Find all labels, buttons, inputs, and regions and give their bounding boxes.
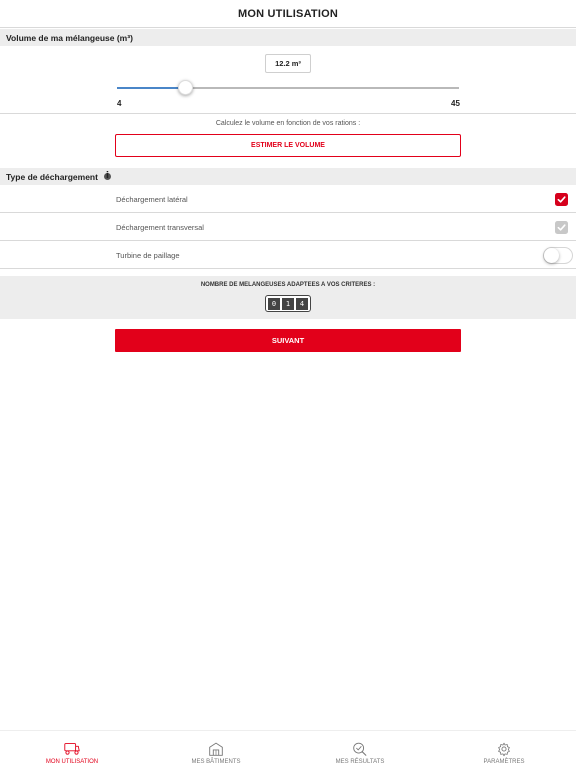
matching-mixers-title: NOMBRE DE MELANGEUSES ADAPTEES A VOS CRI… bbox=[200, 282, 376, 288]
tab-label: MES RÉSULTATS bbox=[335, 759, 385, 765]
unloading-section-header: Type de déchargement i bbox=[0, 168, 576, 185]
option-row-turbine[interactable]: Turbine de paillage bbox=[0, 241, 576, 269]
volume-slider[interactable] bbox=[117, 80, 459, 96]
transversal-checkbox[interactable] bbox=[555, 221, 568, 234]
volume-section-header: Volume de ma mélangeuse (m³) bbox=[0, 29, 576, 46]
option-row-transversal[interactable]: Déchargement transversal bbox=[0, 213, 576, 241]
tab-mes-resultats[interactable]: MES RÉSULTATS bbox=[288, 731, 432, 768]
tab-mon-utilisation[interactable]: MON UTILISATION bbox=[0, 731, 144, 768]
counter-digit: 4 bbox=[296, 297, 308, 310]
tab-mes-batiments[interactable]: MES BÂTIMENTS bbox=[144, 731, 288, 768]
matching-mixers-panel: NOMBRE DE MELANGEUSES ADAPTEES A VOS CRI… bbox=[0, 276, 576, 319]
checkmark-icon bbox=[557, 196, 566, 203]
tab-label: MES BÂTIMENTS bbox=[191, 759, 241, 765]
volume-value-badge: 12.2 m³ bbox=[265, 54, 311, 73]
lateral-checkbox[interactable] bbox=[555, 193, 568, 206]
checkmark-icon bbox=[557, 224, 566, 231]
next-button[interactable]: SUIVANT bbox=[115, 329, 461, 352]
slider-thumb[interactable] bbox=[177, 80, 193, 95]
gear-icon bbox=[498, 742, 510, 757]
estimate-volume-button[interactable]: ESTIMER LE VOLUME bbox=[115, 134, 461, 157]
slider-min-label: 4 bbox=[117, 99, 122, 108]
search-check-icon bbox=[353, 742, 367, 756]
option-label: Déchargement transversal bbox=[116, 223, 204, 232]
title-bar: MON UTILISATION bbox=[0, 0, 576, 28]
volume-section-title: Volume de ma mélangeuse (m³) bbox=[6, 32, 133, 43]
option-label: Déchargement latéral bbox=[116, 195, 188, 204]
tab-parametres[interactable]: PARAMÈTRES bbox=[432, 731, 576, 768]
unloading-section-title: Type de déchargement bbox=[6, 171, 98, 182]
info-icon[interactable]: i bbox=[103, 172, 111, 180]
page-title: MON UTILISATION bbox=[238, 7, 338, 20]
tab-label: PARAMÈTRES bbox=[483, 759, 525, 765]
toggle-knob bbox=[544, 248, 559, 263]
tab-label: MON UTILISATION bbox=[45, 759, 99, 765]
slider-max-label: 45 bbox=[451, 99, 460, 108]
counter-digit: 1 bbox=[282, 297, 294, 310]
divider bbox=[0, 113, 576, 114]
turbine-toggle[interactable] bbox=[543, 247, 573, 264]
matching-mixers-counter: 0 1 4 bbox=[265, 295, 311, 312]
mixer-truck-icon bbox=[64, 743, 80, 755]
barn-icon bbox=[209, 742, 223, 756]
option-label: Turbine de paillage bbox=[116, 251, 180, 260]
estimate-hint: Calculez le volume en fonction de vos ra… bbox=[215, 120, 361, 127]
slider-fill bbox=[117, 87, 186, 89]
bottom-tab-bar: MON UTILISATION MES BÂTIMENTS MES RÉSULT… bbox=[0, 730, 576, 768]
option-row-lateral[interactable]: Déchargement latéral bbox=[0, 185, 576, 213]
counter-digit: 0 bbox=[268, 297, 280, 310]
